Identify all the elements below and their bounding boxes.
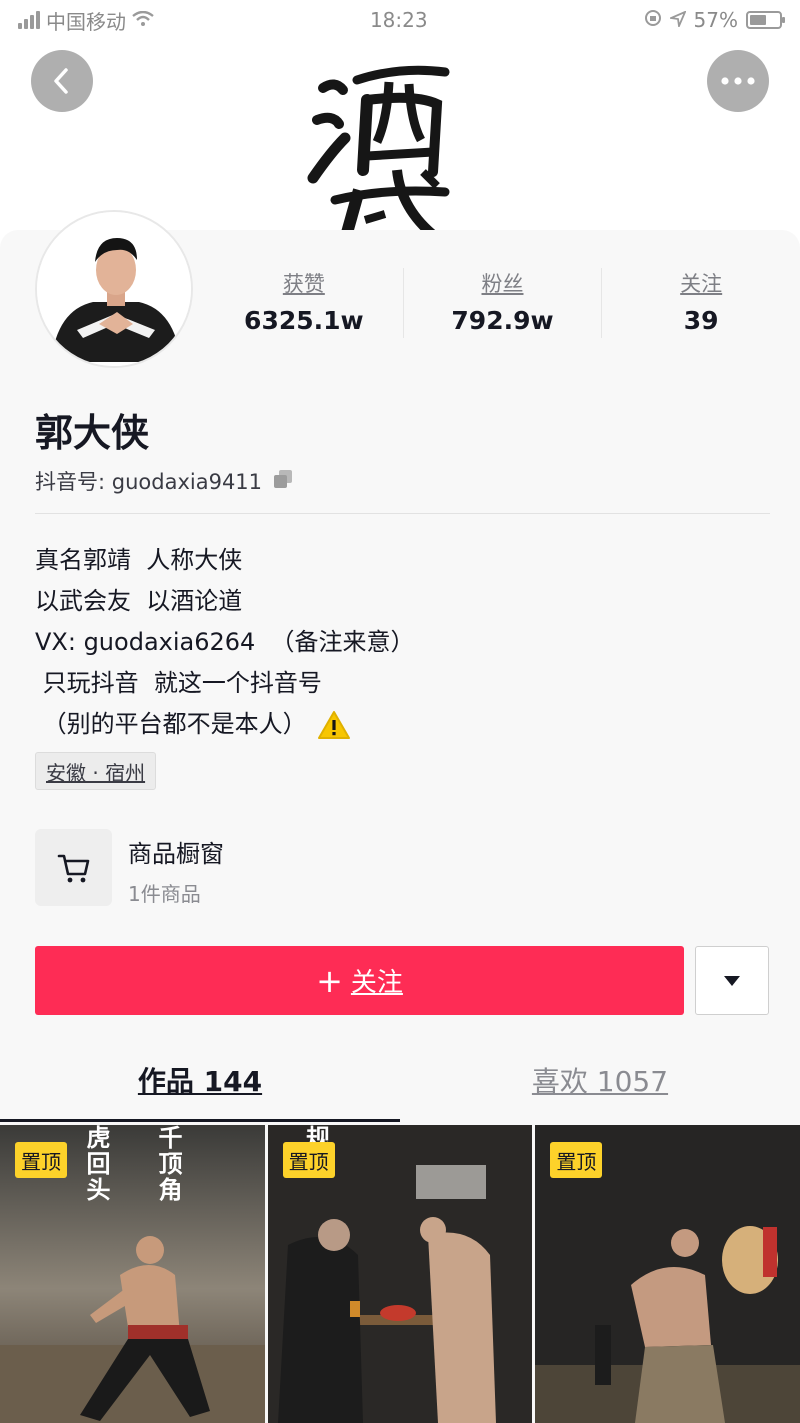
tab-likes[interactable]: 喜欢 1057 xyxy=(400,1060,800,1122)
shop-window-title[interactable]: 商品橱窗 xyxy=(128,834,224,869)
douyin-id-row: 抖音号: guodaxia9411 xyxy=(35,466,294,496)
shop-window-subtitle: 1件商品 xyxy=(128,882,201,906)
copy-icon[interactable] xyxy=(272,468,294,495)
avatar[interactable] xyxy=(35,210,193,368)
wifi-icon xyxy=(132,8,154,32)
pinned-badge: 置顶 xyxy=(550,1142,603,1178)
back-button[interactable] xyxy=(31,50,93,112)
recommend-dropdown-button[interactable] xyxy=(695,946,769,1015)
clock: 18:23 xyxy=(369,8,428,32)
video-overlay-text: 千顶角 xyxy=(154,1125,182,1203)
chevron-left-icon xyxy=(54,68,68,94)
stat-value: 792.9w xyxy=(451,306,554,335)
douyin-id-text: 抖音号: guodaxia9411 xyxy=(35,470,263,494)
battery-icon xyxy=(746,11,785,29)
more-options-button[interactable] xyxy=(707,50,769,112)
banner-calligraphy-art xyxy=(307,65,450,240)
follow-button[interactable]: + 关注 xyxy=(35,946,684,1015)
video-overlay-text: 虎回头 xyxy=(82,1125,110,1203)
stat-following[interactable]: 关注 39 xyxy=(602,268,800,338)
ellipsis-icon xyxy=(721,77,755,85)
shopping-cart-icon xyxy=(57,854,89,882)
status-bar: 中国移动 18:23 57% xyxy=(0,0,800,40)
profile-stats: 获赞 6325.1w 粉丝 792.9w 关注 39 xyxy=(205,268,800,338)
video-thumbnail[interactable]: 置顶 xyxy=(535,1125,800,1423)
location-arrow-icon xyxy=(667,8,687,32)
video-thumbnail[interactable]: 虎回头 千顶角 置顶 xyxy=(0,1125,265,1423)
stat-label: 获赞 xyxy=(282,272,325,296)
follow-label: 关注 xyxy=(350,968,403,998)
shop-window-icon-box[interactable] xyxy=(35,829,112,906)
carrier-label: 中国移动 xyxy=(46,9,126,34)
stat-likes[interactable]: 获赞 6325.1w xyxy=(205,268,404,338)
stat-value: 39 xyxy=(683,306,719,335)
avatar-image xyxy=(37,212,191,366)
video-thumbnail[interactable]: 规矩 置顶 xyxy=(267,1125,533,1423)
orientation-lock-icon xyxy=(644,8,662,32)
signal-icon xyxy=(18,11,40,29)
pinned-badge: 置顶 xyxy=(15,1142,67,1178)
bio-line: （别的平台都不是本人） xyxy=(35,710,307,738)
tab-indicator xyxy=(0,1119,400,1122)
stat-label: 关注 xyxy=(680,272,723,296)
profile-bio: 真名郭靖 人称大侠 以武会友 以酒论道 VX: guodaxia6264 （备注… xyxy=(35,540,415,745)
bio-line: 只玩抖音 就这一个抖音号 xyxy=(35,669,322,697)
bio-line: 真名郭靖 人称大侠 xyxy=(35,546,243,574)
pinned-badge: 置顶 xyxy=(282,1142,335,1178)
battery-percent: 57% xyxy=(693,8,738,32)
divider xyxy=(35,513,770,514)
bio-line: 以武会友 以酒论道 xyxy=(35,587,243,615)
warning-icon xyxy=(317,710,351,740)
video-grid: 虎回头 千顶角 置顶 规矩 置顶 xyxy=(0,1125,800,1423)
bio-line: VX: guodaxia6264 （备注来意） xyxy=(35,628,415,656)
tab-works[interactable]: 作品 144 xyxy=(0,1060,400,1122)
stat-label: 粉丝 xyxy=(481,272,524,296)
bio-line-warning: （别的平台都不是本人） xyxy=(35,704,415,745)
stat-followers[interactable]: 粉丝 792.9w xyxy=(404,268,603,338)
location-tag[interactable]: 安徽 · 宿州 xyxy=(35,752,157,790)
content-tabs: 作品 144 喜欢 1057 xyxy=(0,1060,800,1122)
plus-icon: + xyxy=(316,961,343,1000)
triangle-down-icon xyxy=(724,975,740,986)
profile-name: 郭大侠 xyxy=(35,411,150,455)
stat-value: 6325.1w xyxy=(244,306,364,335)
